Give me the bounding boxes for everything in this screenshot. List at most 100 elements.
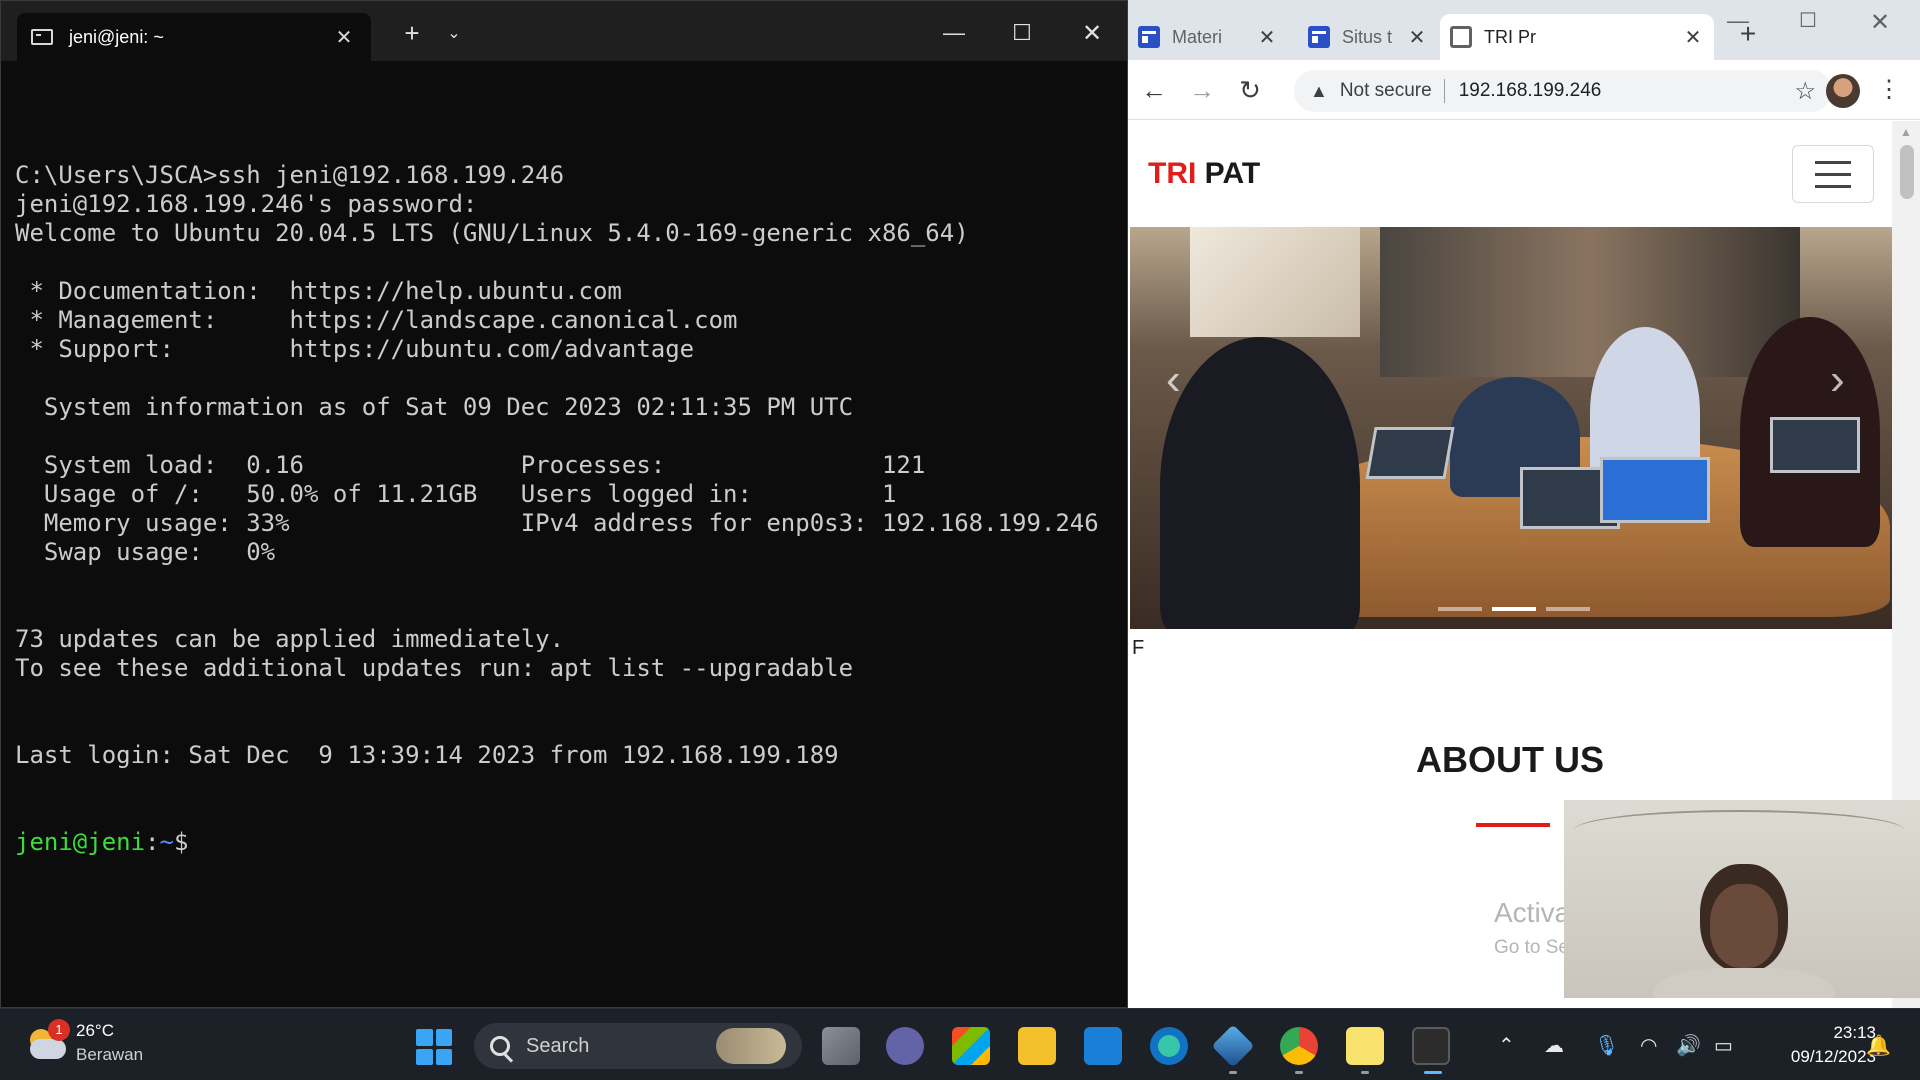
browser-tab-situs[interactable]: Situs t ✕	[1298, 14, 1438, 60]
webcam-person-face	[1710, 884, 1778, 968]
carousel-indicator[interactable]	[1546, 607, 1590, 611]
menu-line	[1815, 172, 1851, 176]
volume-icon[interactable]: 🔊	[1676, 1033, 1701, 1058]
hero-photo-person	[1160, 337, 1360, 629]
terminal-line: Welcome to Ubuntu 20.04.5 LTS (GNU/Linux…	[15, 219, 969, 247]
teams-chat-icon[interactable]	[886, 1027, 924, 1065]
browser-tab-tri[interactable]: TRI Pr ✕	[1440, 14, 1714, 60]
back-button[interactable]: ←	[1136, 72, 1172, 108]
chrome-icon[interactable]	[1280, 1027, 1318, 1065]
bookmark-star-icon[interactable]: ☆	[1794, 77, 1816, 106]
search-icon	[490, 1036, 510, 1056]
windows-start-icon[interactable]	[416, 1029, 452, 1065]
stray-text: F	[1132, 637, 1145, 659]
webcam-background-decoration	[1574, 810, 1904, 850]
carousel-indicator[interactable]	[1492, 607, 1536, 611]
hero-photo-laptop	[1600, 457, 1710, 523]
close-button[interactable]: ✕	[1850, 8, 1910, 44]
system-clock[interactable]: 23:13 09/12/2023	[1756, 1021, 1876, 1069]
mail-icon[interactable]	[1084, 1027, 1122, 1065]
terminal-tab[interactable]: jeni@jeni: ~ ✕	[17, 13, 371, 61]
profile-avatar[interactable]	[1826, 74, 1860, 108]
scroll-up-icon[interactable]: ▲	[1900, 125, 1912, 139]
terminal-line: * Support: https://ubuntu.com/advantage	[15, 335, 695, 363]
shell-prompt[interactable]: jeni@jeni:~$	[15, 828, 1115, 857]
hero-photo-wall	[1380, 227, 1800, 377]
microsoft-store-icon[interactable]	[952, 1027, 990, 1065]
about-heading: ABOUT US	[1416, 739, 1604, 780]
notification-bell-icon[interactable]: 🔔	[1866, 1033, 1891, 1058]
search-highlight-image	[716, 1028, 786, 1064]
terminal-line: To see these additional updates run: apt…	[15, 654, 854, 682]
new-tab-button[interactable]: +	[389, 13, 435, 53]
site-icon	[1308, 26, 1330, 48]
forward-button[interactable]: →	[1184, 72, 1220, 108]
hero-photo-laptop	[1365, 427, 1455, 479]
terminal-app-icon[interactable]	[1412, 1027, 1450, 1065]
terminal-window[interactable]: jeni@jeni: ~ ✕ + ⌄ — ☐ ✕ C:\Users\JSCA>s…	[0, 0, 1128, 1008]
chevron-down-icon[interactable]: ⌄	[431, 13, 477, 53]
carousel-indicator[interactable]	[1438, 607, 1482, 611]
chevron-up-icon[interactable]: ⌃	[1498, 1033, 1515, 1058]
scrollbar-thumb[interactable]	[1900, 145, 1914, 199]
task-view-icon[interactable]	[822, 1027, 860, 1065]
wifi-icon[interactable]: ◠	[1640, 1033, 1657, 1058]
terminal-icon	[31, 29, 53, 45]
terminal-line: Usage of /: 50.0% of 11.21GB Users logge…	[15, 480, 897, 508]
terminal-tab-title: jeni@jeni: ~	[69, 26, 164, 47]
close-tab-icon[interactable]: ✕	[1256, 25, 1278, 50]
battery-icon[interactable]: ▭	[1714, 1033, 1733, 1058]
address-bar[interactable]: ▲ Not secure 192.168.199.246 ☆	[1294, 70, 1832, 112]
carousel-indicators[interactable]	[1438, 607, 1590, 611]
weather-cloud-icon: 1	[26, 1019, 70, 1061]
reload-button[interactable]: ↻	[1232, 72, 1268, 108]
prompt-symbol: $	[173, 828, 189, 856]
sticky-notes-icon[interactable]	[1346, 1027, 1384, 1065]
edge-browser-icon[interactable]	[1150, 1027, 1188, 1065]
terminal-line: 73 updates can be applied immediately.	[15, 625, 565, 653]
carousel-prev-icon[interactable]: ‹	[1166, 355, 1181, 405]
hero-photo-screen	[1190, 227, 1360, 337]
maximize-button[interactable]: ☐	[1778, 8, 1838, 44]
terminal-line: C:\Users\JSCA>ssh jeni@192.168.199.246	[15, 161, 565, 189]
weather-widget[interactable]: 1 26°C Berawan	[26, 1019, 143, 1067]
terminal-line: System information as of Sat 09 Dec 2023…	[15, 393, 854, 421]
active-indicator	[1424, 1071, 1442, 1074]
minimize-button[interactable]: —	[1708, 8, 1768, 44]
browser-toolbar: ← → ↻ ▲ Not secure 192.168.199.246 ☆ ⋮	[1128, 60, 1920, 120]
globe-icon	[1450, 26, 1472, 48]
weather-text: 26°C Berawan	[76, 1019, 143, 1067]
maximize-button[interactable]: ☐	[999, 13, 1045, 53]
file-explorer-icon[interactable]	[1018, 1027, 1056, 1065]
hamburger-menu-button[interactable]	[1792, 145, 1874, 203]
close-tab-icon[interactable]: ✕	[1406, 25, 1428, 50]
webcam-person-body	[1654, 968, 1834, 998]
terminal-titlebar[interactable]: jeni@jeni: ~ ✕ + ⌄ — ☐ ✕	[1, 1, 1127, 61]
browser-tab-materi[interactable]: Materi ✕	[1128, 14, 1288, 60]
start-tile	[416, 1029, 433, 1046]
taskbar-search[interactable]: Search	[474, 1023, 802, 1069]
terminal-output[interactable]: C:\Users\JSCA>ssh jeni@192.168.199.246 je…	[15, 103, 1115, 915]
terminal-line: Last login: Sat Dec 9 13:39:14 2023 from…	[15, 741, 839, 769]
minimize-button[interactable]: —	[931, 13, 977, 53]
brand-tri: TRI	[1148, 157, 1197, 190]
browser-menu-icon[interactable]: ⋮	[1874, 72, 1904, 108]
microphone-icon[interactable]: 🎙	[1594, 1033, 1619, 1058]
close-tab-icon[interactable]: ✕	[1682, 25, 1704, 50]
close-tab-icon[interactable]: ✕	[331, 25, 357, 50]
security-label[interactable]: Not secure	[1340, 80, 1432, 102]
tab-title: Situs t	[1342, 26, 1393, 47]
warning-icon[interactable]: ▲	[1310, 81, 1328, 102]
running-indicator	[1229, 1071, 1237, 1074]
carousel-next-icon[interactable]: ›	[1830, 355, 1845, 405]
hero-carousel[interactable]: ‹ ›	[1130, 227, 1892, 629]
site-brand[interactable]: TRI PAT	[1148, 157, 1260, 191]
close-button[interactable]: ✕	[1069, 13, 1115, 53]
start-tile	[435, 1048, 452, 1065]
onedrive-icon[interactable]: ☁	[1544, 1033, 1564, 1058]
webcam-overlay	[1564, 800, 1920, 998]
virtualbox-icon[interactable]	[1211, 1024, 1255, 1068]
url-text[interactable]: 192.168.199.246	[1459, 80, 1795, 102]
